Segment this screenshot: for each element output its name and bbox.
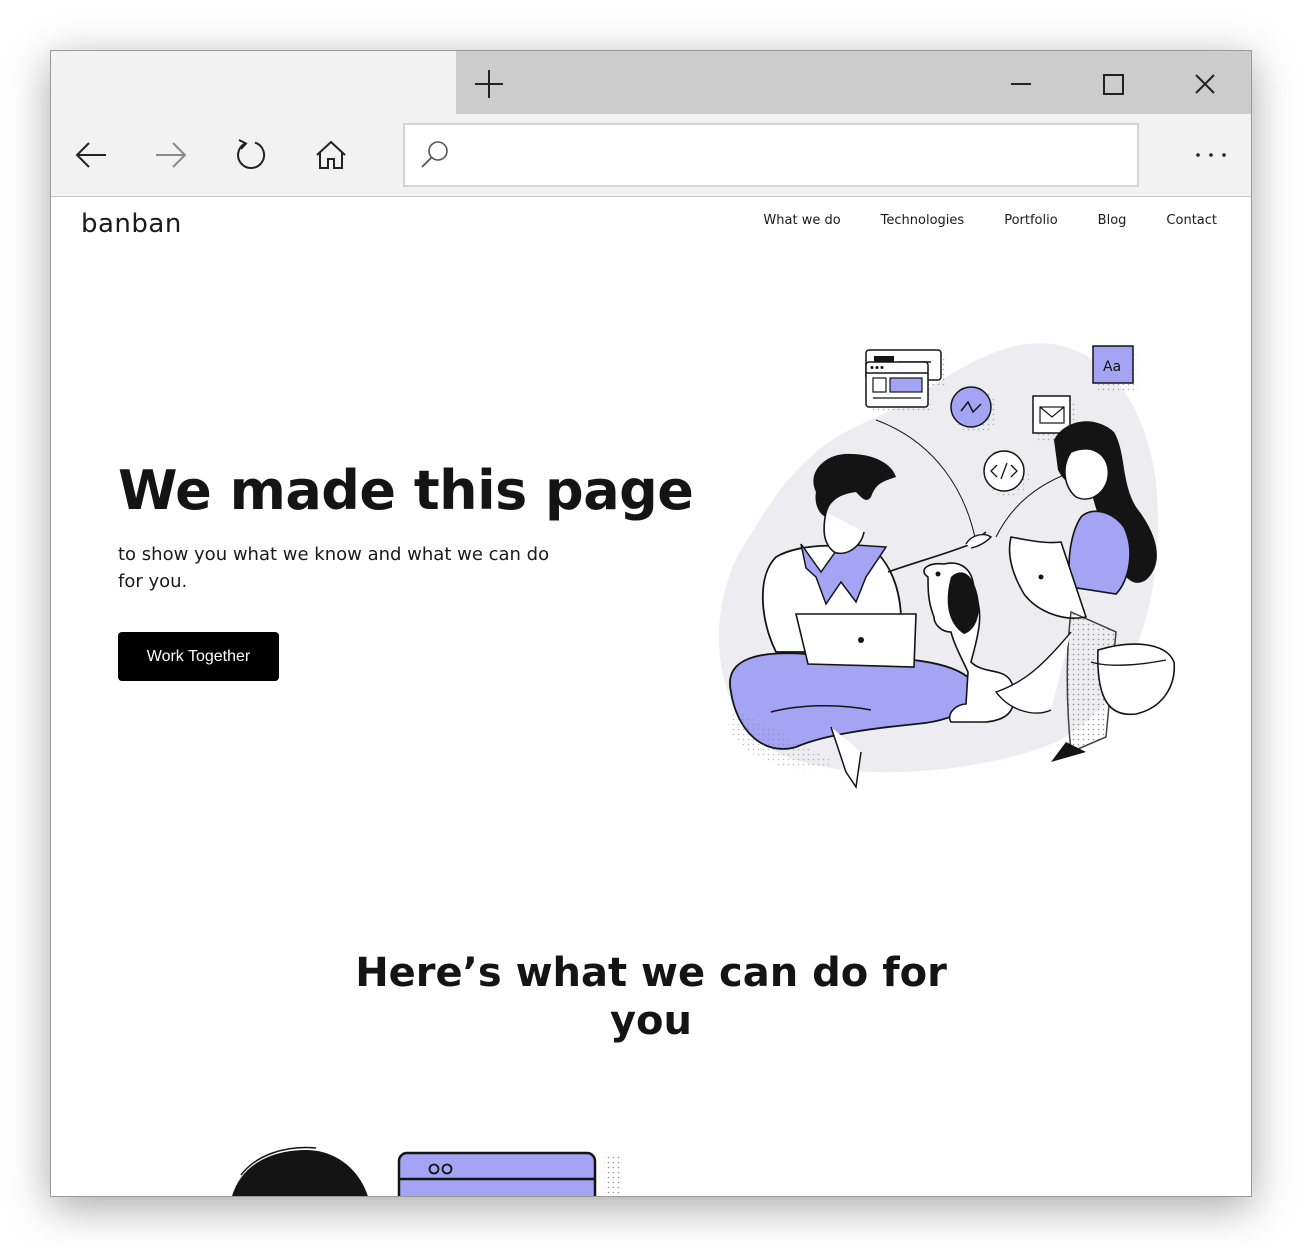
close-button[interactable] [1185,64,1225,104]
browser-window: banban What we do Technologies Portfolio… [50,50,1252,1197]
browser-toolbar [51,114,1251,197]
tab-bar [51,51,1251,114]
reload-button[interactable] [231,135,271,175]
work-together-button[interactable]: Work Together [118,632,279,681]
section-title: Here’s what we can do for you [355,950,947,1044]
new-tab-icon [475,70,503,98]
hero-title: We made this page [118,459,694,522]
forward-button[interactable] [151,135,191,175]
nav-link-contact[interactable]: Contact [1166,213,1217,228]
font-card-icon: Aa [1092,345,1138,392]
nav-link-technologies[interactable]: Technologies [881,213,965,228]
url-input[interactable] [461,135,1115,175]
address-bar[interactable] [403,123,1139,187]
back-button[interactable] [71,135,111,175]
web-page: banban What we do Technologies Portfolio… [51,197,1251,1196]
site-logo[interactable]: banban [81,209,182,239]
close-icon [1195,74,1215,94]
minimize-icon [1011,83,1031,85]
back-arrow-icon [75,142,106,168]
browser-card-icon [865,361,933,413]
service-illustration [232,1146,621,1196]
maximize-button[interactable] [1093,64,1133,104]
maximize-icon [1103,74,1124,95]
forward-arrow-icon [156,142,187,168]
font-card-label: Aa [1103,359,1121,375]
home-icon [316,140,346,169]
home-button[interactable] [311,135,351,175]
nav-link-what-we-do[interactable]: What we do [763,213,840,228]
minimize-button[interactable] [1001,64,1041,104]
nav-link-portfolio[interactable]: Portfolio [1004,213,1057,228]
hero-illustration: Aa [718,343,1176,790]
search-icon [421,141,448,168]
active-tab[interactable] [51,51,456,114]
nav-link-blog[interactable]: Blog [1098,213,1127,228]
reload-icon [237,139,265,169]
new-tab-button[interactable] [469,64,509,104]
more-button[interactable] [1189,135,1233,175]
more-icon [1196,153,1226,157]
hero-subtitle: to show you what we know and what we can… [118,544,550,592]
site-nav: What we do Technologies Portfolio Blog C… [763,213,1217,228]
